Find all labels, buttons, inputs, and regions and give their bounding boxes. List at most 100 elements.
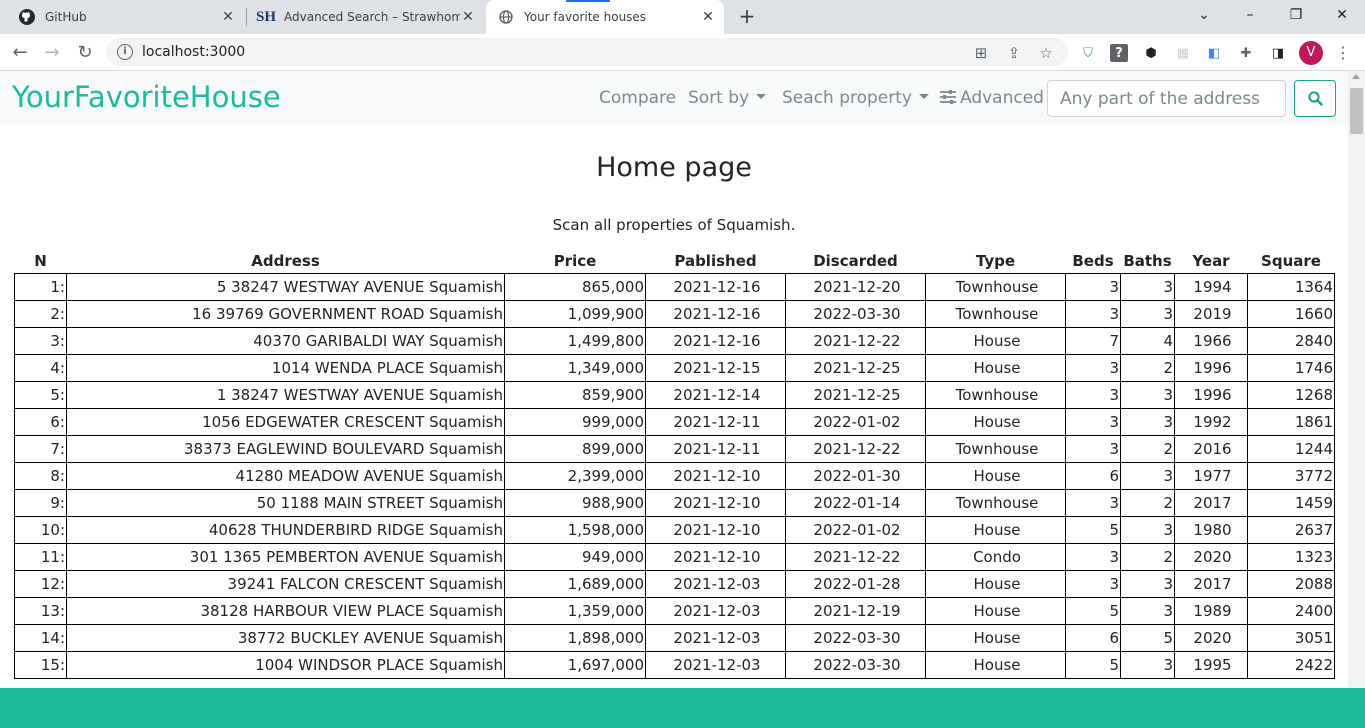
cell-address[interactable]: 41280 MEADOW AVENUE Squamish <box>66 461 505 490</box>
cell-n: 4: <box>14 353 67 382</box>
puzzle-extensions-icon[interactable]: ✚ <box>1237 44 1255 62</box>
back-icon[interactable]: ← <box>8 40 32 64</box>
cell-address[interactable]: 5 38247 WESTWAY AVENUE Squamish <box>66 272 505 301</box>
tab-strawhomes[interactable]: SH Advanced Search – Strawhomes.c ✕ <box>248 0 486 34</box>
cell-address[interactable]: 1014 WENDA PLACE Squamish <box>66 353 505 382</box>
table-row[interactable]: 9: 50 1188 MAIN STREET Squamish 988,900 202… <box>14 488 1335 517</box>
brand-logo[interactable]: YourFavoriteHouse <box>12 80 281 114</box>
table-row[interactable]: 11: 301 1365 PEMBERTON AVENUE Squamish 949… <box>14 542 1335 571</box>
reload-icon[interactable]: ↻ <box>73 40 97 64</box>
new-tab-icon[interactable]: + <box>736 6 758 28</box>
cell-address[interactable]: 1004 WINDSOR PLACE Squamish <box>66 650 505 679</box>
browser-toolbar: ← → ↻ i localhost:3000 ⊞ ⇪ ☆ <box>0 34 1365 71</box>
color-extension-icon[interactable]: ◧ <box>1205 44 1223 62</box>
bookmark-star-icon[interactable]: ☆ <box>1037 44 1055 62</box>
header-price[interactable]: Price <box>505 248 646 273</box>
cell-n: 15: <box>14 650 67 679</box>
scroll-up-arrow-icon[interactable] <box>1352 74 1360 79</box>
window-close-icon[interactable]: ✕ <box>1319 0 1365 30</box>
table-row[interactable]: 2: 16 39769 GOVERNMENT ROAD Squamish 1,099… <box>14 299 1335 328</box>
advanced-link[interactable]: Advanced <box>940 88 1044 108</box>
kebab-menu-icon[interactable]: ⋮ <box>1334 42 1352 64</box>
tab-search-icon[interactable]: ⌄ <box>1181 0 1227 30</box>
table-row[interactable]: 14: 38772 BUCKLEY AVENUE Squamish 1,898,00… <box>14 623 1335 652</box>
table-row[interactable]: 10: 40628 THUNDERBIRD RIDGE Squamish 1,598… <box>14 515 1335 544</box>
address-search-input[interactable] <box>1047 80 1286 117</box>
cell-published: 2021-12-16 <box>645 326 786 355</box>
cell-address[interactable]: 40628 THUNDERBIRD RIDGE Squamish <box>66 515 505 544</box>
compare-link[interactable]: Compare <box>599 88 676 108</box>
cell-discarded: 2021-12-22 <box>785 434 926 463</box>
share-icon[interactable]: ⇪ <box>1005 44 1023 62</box>
table-row[interactable]: 13: 38128 HARBOUR VIEW PLACE Squamish 1,35… <box>14 596 1335 625</box>
scroll-thumb[interactable] <box>1350 88 1363 134</box>
cell-n: 8: <box>14 461 67 490</box>
tab-github[interactable]: GitHub ✕ <box>0 0 246 34</box>
page-scrollbar[interactable] <box>1348 71 1365 728</box>
minimize-icon[interactable]: – <box>1227 0 1273 30</box>
cube-extension-icon[interactable]: ⬢ <box>1142 44 1160 62</box>
header-discarded[interactable]: Discarded <box>786 248 926 273</box>
address-bar[interactable]: i localhost:3000 ⊞ ⇪ ☆ <box>106 38 1068 66</box>
header-type[interactable]: Type <box>926 248 1066 273</box>
header-beds[interactable]: Beds <box>1066 248 1121 273</box>
close-icon[interactable]: ✕ <box>460 9 476 25</box>
cell-address[interactable]: 39241 FALCON CRESCENT Squamish <box>66 569 505 598</box>
search-button[interactable] <box>1294 80 1336 117</box>
cell-baths: 2 <box>1120 542 1175 571</box>
tab-your-favorite-houses[interactable]: Your favorite houses ✕ <box>486 0 724 34</box>
help-extension-icon[interactable]: ? <box>1110 44 1128 62</box>
header-baths[interactable]: Baths <box>1121 248 1175 273</box>
shield-extension-icon[interactable]: ⛉ <box>1079 44 1097 62</box>
header-address[interactable]: Address <box>67 248 505 273</box>
table-header-row: N Address Price Pablished Discarded Type… <box>15 248 1335 273</box>
table-row[interactable]: 15: 1004 WINDSOR PLACE Squamish 1,697,000 2… <box>14 650 1335 679</box>
cell-address[interactable]: 16 39769 GOVERNMENT ROAD Squamish <box>66 299 505 328</box>
forward-icon[interactable]: → <box>40 40 64 64</box>
cell-published: 2021-12-10 <box>645 542 786 571</box>
cell-address[interactable]: 50 1188 MAIN STREET Squamish <box>66 488 505 517</box>
close-icon[interactable]: ✕ <box>220 9 236 25</box>
cell-published: 2021-12-10 <box>645 515 786 544</box>
cell-baths: 3 <box>1120 596 1175 625</box>
restore-icon[interactable]: ❐ <box>1273 0 1319 30</box>
table-row[interactable]: 8: 41280 MEADOW AVENUE Squamish 2,399,000 2… <box>14 461 1335 490</box>
table-row[interactable]: 7: 38373 EAGLEWIND BOULEVARD Squamish 899,… <box>14 434 1335 463</box>
grid-extension-icon[interactable]: ▦ <box>1174 44 1192 62</box>
site-info-icon[interactable]: i <box>117 44 133 60</box>
table-row[interactable]: 12: 39241 FALCON CRESCENT Squamish 1,689,0… <box>14 569 1335 598</box>
cell-address[interactable]: 38128 HARBOUR VIEW PLACE Squamish <box>66 596 505 625</box>
cell-price: 859,900 <box>504 380 646 409</box>
header-n[interactable]: N <box>15 248 67 273</box>
close-icon[interactable]: ✕ <box>700 9 716 25</box>
cell-address[interactable]: 1056 EDGEWATER CRESCENT Squamish <box>66 407 505 436</box>
table-row[interactable]: 1: 5 38247 WESTWAY AVENUE Squamish 865,000… <box>14 272 1335 301</box>
cell-n: 1: <box>14 272 67 301</box>
header-year[interactable]: Year <box>1175 248 1248 273</box>
cell-year: 1992 <box>1174 407 1248 436</box>
translate-icon[interactable]: ⊞ <box>972 44 990 62</box>
cell-published: 2021-12-03 <box>645 596 786 625</box>
table-row[interactable]: 6: 1056 EDGEWATER CRESCENT Squamish 999,00… <box>14 407 1335 436</box>
cell-address[interactable]: 301 1365 PEMBERTON AVENUE Squamish <box>66 542 505 571</box>
cell-address[interactable]: 38772 BUCKLEY AVENUE Squamish <box>66 623 505 652</box>
tab-title: Advanced Search – Strawhomes.c <box>284 10 460 24</box>
cell-address[interactable]: 40370 GARIBALDI WAY Squamish <box>66 326 505 355</box>
side-panel-icon[interactable]: ◨ <box>1269 44 1287 62</box>
cell-n: 13: <box>14 596 67 625</box>
table-row[interactable]: 3: 40370 GARIBALDI WAY Squamish 1,499,800 2… <box>14 326 1335 355</box>
cell-address[interactable]: 1 38247 WESTWAY AVENUE Squamish <box>66 380 505 409</box>
cell-address[interactable]: 38373 EAGLEWIND BOULEVARD Squamish <box>66 434 505 463</box>
table-row[interactable]: 5: 1 38247 WESTWAY AVENUE Squamish 859,900… <box>14 380 1335 409</box>
cell-baths: 3 <box>1120 515 1175 544</box>
header-square[interactable]: Square <box>1248 248 1335 273</box>
properties-table-container: N Address Price Pablished Discarded Type… <box>14 248 1335 679</box>
table-row[interactable]: 4: 1014 WENDA PLACE Squamish 1,349,000 2021… <box>14 353 1335 382</box>
profile-avatar[interactable]: V <box>1299 41 1323 65</box>
cell-square: 1364 <box>1247 272 1335 301</box>
search-property-dropdown[interactable]: Seach property <box>782 88 929 108</box>
sort-by-dropdown[interactable]: Sort by <box>688 88 767 108</box>
header-published[interactable]: Pablished <box>646 248 786 273</box>
cell-n: 14: <box>14 623 67 652</box>
cell-year: 1977 <box>1174 461 1248 490</box>
